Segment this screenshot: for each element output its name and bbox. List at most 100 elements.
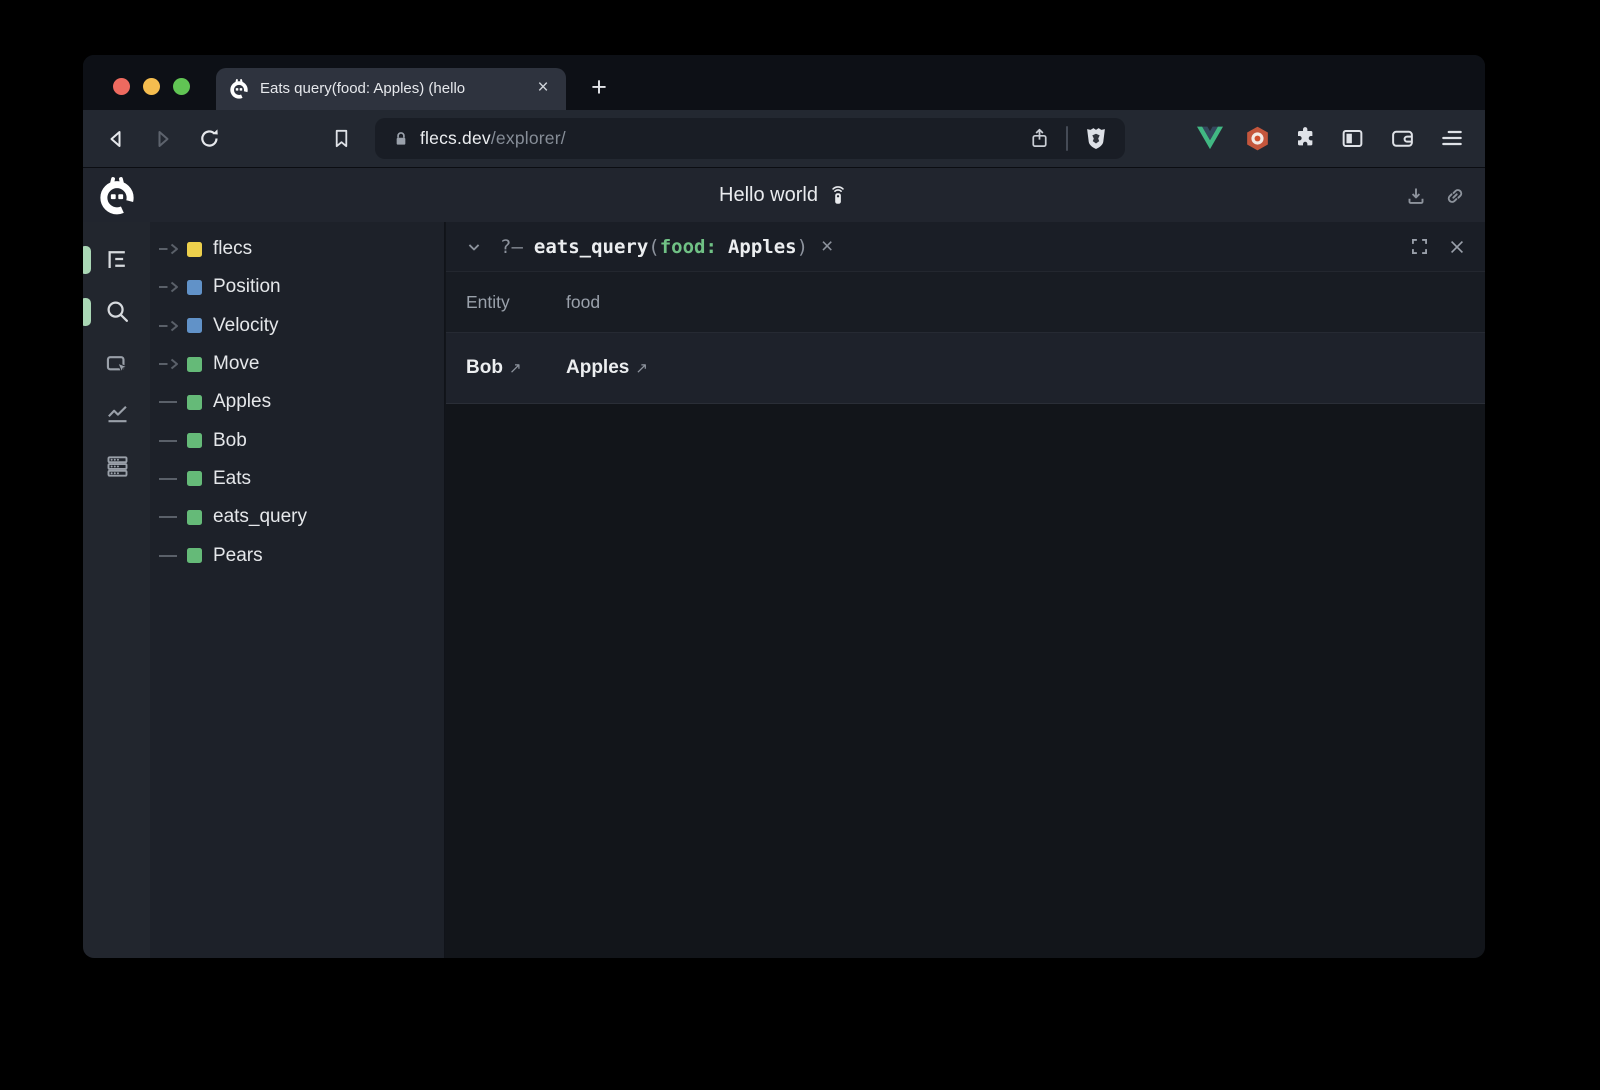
inspector-cursor-icon [104,351,131,378]
entity-kind-swatch [187,433,202,448]
tree-item-label: flecs [213,238,252,260]
query-clear-icon[interactable]: × [821,235,833,259]
entity-tree: flecs Position Velocity Move Apples Bob Eats ea… [150,222,445,958]
entity-link[interactable]: Apples [566,357,629,378]
entity-kind-swatch [187,357,202,372]
tree-item-Eats[interactable]: Eats [150,460,444,498]
url-bar-divider [1066,126,1068,151]
flecs-favicon-icon [228,78,250,100]
url-domain: flecs.dev [420,128,491,148]
hexagon-extension-button[interactable] [1242,123,1272,153]
back-icon [104,127,128,151]
fullscreen-icon[interactable] [1409,236,1430,257]
result-table-body: Bob ↗ Apples ↗ [446,332,1485,404]
app-content: flecs Position Velocity Move Apples Bob Eats ea… [83,222,1485,958]
wallet-button[interactable] [1387,123,1417,153]
tree-item-Position[interactable]: Position [150,268,444,306]
query-name: eats_query [534,236,648,258]
back-button[interactable] [101,124,130,153]
browser-tab[interactable]: Eats query(food: Apples) (hello × [216,68,566,110]
tree-panel-active-indicator [83,246,91,274]
query-arg-value: Apples [717,236,797,258]
forward-button[interactable] [148,124,177,153]
column-header-food: food [566,292,666,313]
tree-item-Bob[interactable]: Bob [150,421,444,459]
extensions-button[interactable] [1290,123,1320,153]
goto-entity-arrow-icon[interactable]: ↗ [509,359,522,377]
brave-shields-button[interactable] [1083,126,1109,152]
vue-devtools-extension-button[interactable] [1195,123,1225,153]
reload-button[interactable] [195,124,224,153]
minimize-window-button[interactable] [143,78,160,95]
sidebar-tree-button[interactable] [103,245,131,273]
query-collapse-button[interactable] [464,237,484,257]
sidebar-tables-button[interactable] [103,452,131,480]
query-header-actions [1409,236,1467,257]
bookmark-icon [330,127,353,150]
tree-item-label: eats_query [213,506,307,528]
share-button[interactable] [1028,127,1051,150]
tree-item-Pears[interactable]: Pears [150,536,444,574]
entity-kind-swatch [187,280,202,295]
sidebar-toggle-button[interactable] [1337,123,1367,153]
tree-item-Apples[interactable]: Apples [150,383,444,421]
app-title-group: Hello world [719,168,849,223]
sidebar-inspector-button[interactable] [103,350,131,378]
table-cell[interactable]: Bob ↗ [466,357,566,379]
hamburger-menu-icon [1439,125,1465,151]
expand-chevron-icon [158,316,184,336]
query-open-paren: ( [648,236,659,258]
reload-icon [197,126,222,151]
zoom-window-button[interactable] [173,78,190,95]
url-bar[interactable]: flecs.dev/explorer/ [375,118,1125,159]
tree-item-label: Bob [213,430,247,452]
query-panel-active-indicator [83,298,91,326]
app-title: Hello world [719,184,818,207]
entity-kind-swatch [187,395,202,410]
query-close-paren: ) [797,236,808,258]
vue-logo-icon [1197,126,1223,150]
tree-item-label: Velocity [213,315,278,337]
leaf-dash-icon [158,431,184,451]
entity-link[interactable]: Bob [466,357,503,378]
close-panel-icon[interactable] [1447,237,1467,257]
tab-title-wrap: Eats query(food: Apples) (hello [260,79,524,99]
tab-close-icon[interactable]: × [532,78,554,100]
query-header: ?– eats_query ( food: Apples ) × [446,222,1485,272]
expand-chevron-icon [158,277,184,297]
hexagon-extension-icon [1244,125,1271,152]
url-text: flecs.dev/explorer/ [420,128,566,149]
share-link-icon[interactable] [1443,184,1467,208]
tree-item-label: Position [213,276,281,298]
close-window-button[interactable] [113,78,130,95]
query-prompt: ?– [500,236,523,258]
sidebar-stats-button[interactable] [103,399,131,427]
tab-bar: Eats query(food: Apples) (hello × + [83,55,1485,110]
brave-lion-icon [1083,126,1109,152]
download-icon[interactable] [1404,184,1428,208]
entity-kind-swatch [187,471,202,486]
column-header-entity: Entity [466,292,566,313]
tree-item-Velocity[interactable]: Velocity [150,307,444,345]
result-table-header: Entityfood [446,272,1485,332]
bookmark-button[interactable] [327,124,356,153]
flecs-logo-icon [96,175,138,217]
sidebar-search-button[interactable] [103,297,131,325]
lock-icon [391,129,411,149]
table-cell[interactable]: Apples ↗ [566,357,666,379]
new-tab-button[interactable]: + [583,73,615,103]
url-bar-right [1028,126,1125,152]
tree-item-Move[interactable]: Move [150,345,444,383]
puzzle-icon [1293,126,1318,151]
tree-item-label: Apples [213,391,271,413]
screenshot-canvas: Eats query(food: Apples) (hello × + [0,0,1600,1090]
tree-item-eats_query[interactable]: eats_query [150,498,444,536]
expand-chevron-icon [158,239,184,259]
browser-menu-button[interactable] [1437,123,1467,153]
remote-connection-icon[interactable] [827,184,849,208]
tree-item-flecs[interactable]: flecs [150,230,444,268]
leaf-dash-icon [158,546,184,566]
tree-item-label: Eats [213,468,251,490]
goto-entity-arrow-icon[interactable]: ↗ [635,359,648,377]
row-stack-icon [104,453,131,480]
